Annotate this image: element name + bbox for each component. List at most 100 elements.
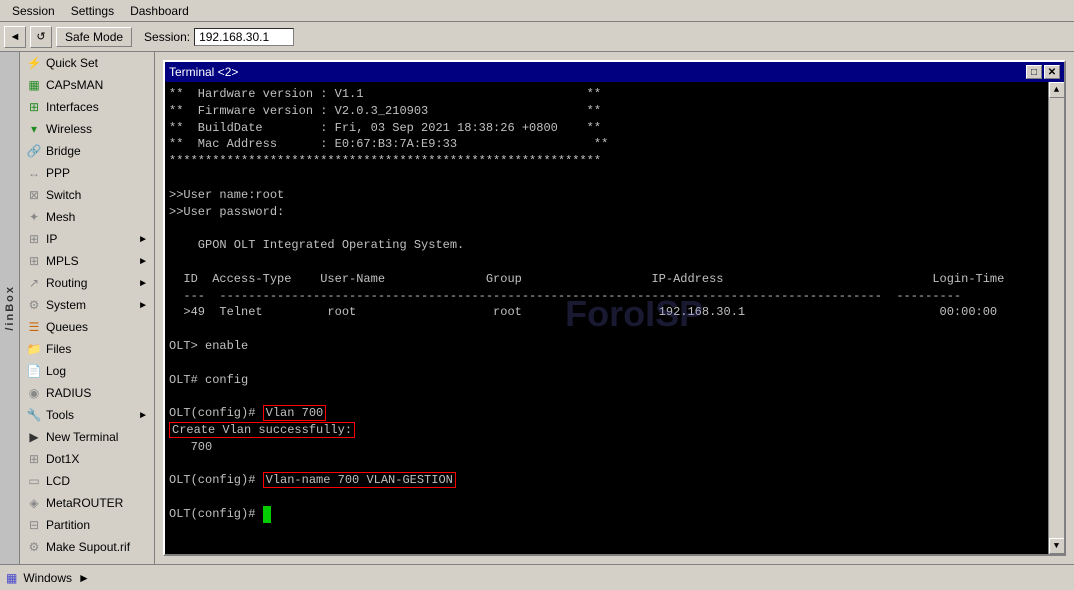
sidebar-item-bridge[interactable]: 🔗 Bridge [20,140,154,162]
terminal-cmd-vlan: OLT(config)# Vlan 700 [169,405,1044,422]
sidebar-item-switch[interactable]: ⊠ Switch [20,184,154,206]
ppp-icon: ↔ [26,165,42,181]
sidebar-label: Mesh [46,210,75,224]
back-button[interactable]: ◄ [4,26,26,48]
sidebar-label: Queues [46,320,88,334]
sidebar-item-interfaces[interactable]: ⊞ Interfaces [20,96,154,118]
terminal-title: Terminal <2> [169,65,1026,79]
tools-icon: 🔧 [26,407,42,423]
sidebar-item-make-supout[interactable]: ⚙ Make Supout.rif [20,536,154,558]
sidebar-item-new-winbox[interactable]: ◉ New WinBox [20,558,154,564]
sidebar-item-log[interactable]: 📄 Log [20,360,154,382]
menu-session[interactable]: Session [4,2,63,20]
scroll-track[interactable] [1049,98,1064,538]
wireless-icon: ▾ [26,121,42,137]
terminal-line-blank5 [169,355,1044,372]
terminal-cmd-config: OLT# config [169,372,1044,389]
dot1x-icon: ⊞ [26,451,42,467]
sidebar-label: Make Supout.rif [46,540,130,554]
sidebar-item-new-terminal[interactable]: ▶ New Terminal [20,426,154,448]
terminal-line-2: ** Firmware version : V2.0.3_210903 ** [169,103,1044,120]
sidebar: ⚡ Quick Set ▦ CAPsMAN ⊞ Interfaces ▾ Wir… [20,52,155,564]
mpls-icon: ⊞ [26,253,42,269]
ip-icon: ⊞ [26,231,42,247]
terminal-body[interactable]: ForoISP ** Hardware version : V1.1 ** **… [165,82,1048,554]
make-supout-icon: ⚙ [26,539,42,555]
menu-dashboard[interactable]: Dashboard [122,2,197,20]
log-icon: 📄 [26,363,42,379]
vlan-name-highlight: Vlan-name 700 VLAN-GESTION [263,472,456,488]
menu-settings[interactable]: Settings [63,2,122,20]
sidebar-label: Bridge [46,144,81,158]
terminal-line-blank6 [169,388,1044,405]
sidebar-label: System [46,298,86,312]
terminal-table-sep: --- ------------------------------------… [169,288,1044,305]
terminal-titlebar: Terminal <2> □ ✕ [165,62,1064,82]
sidebar-item-dot1x[interactable]: ⊞ Dot1X [20,448,154,470]
sidebar-item-radius[interactable]: ◉ RADIUS [20,382,154,404]
sidebar-item-ip[interactable]: ⊞ IP ► [20,228,154,250]
mpls-arrow: ► [138,256,148,267]
terminal-vlan-val: 700 [169,439,1044,456]
sidebar-item-quick-set[interactable]: ⚡ Quick Set [20,52,154,74]
winbox-label: /inBox [4,285,16,331]
sidebar-item-wireless[interactable]: ▾ Wireless [20,118,154,140]
sidebar-item-routing[interactable]: ↗ Routing ► [20,272,154,294]
scroll-up-button[interactable]: ▲ [1049,82,1065,98]
lcd-icon: ▭ [26,473,42,489]
capsman-icon: ▦ [26,77,42,93]
terminal-line-4: ** Mac Address : E0:67:B3:7A:E9:33 ** [169,136,1044,153]
sidebar-item-ppp[interactable]: ↔ PPP [20,162,154,184]
switch-icon: ⊠ [26,187,42,203]
sidebar-item-tools[interactable]: 🔧 Tools ► [20,404,154,426]
terminal-restore-button[interactable]: □ [1026,65,1042,79]
system-icon: ⚙ [26,297,42,313]
sidebar-label: Interfaces [46,100,99,114]
terminal-line-user: >>User name:root [169,187,1044,204]
windows-label[interactable]: Windows [23,571,72,585]
sidebar-label: Files [46,342,71,356]
sidebar-label: Log [46,364,66,378]
terminal-line-blank4 [169,321,1044,338]
sidebar-item-files[interactable]: 📁 Files [20,338,154,360]
sidebar-item-queues[interactable]: ☰ Queues [20,316,154,338]
sidebar-label: MetaROUTER [46,496,123,510]
terminal-line-blank3 [169,254,1044,271]
menu-bar: Session Settings Dashboard [0,0,1074,22]
sidebar-item-metarouter[interactable]: ◈ MetaROUTER [20,492,154,514]
terminal-cmd-vlan-result: Create Vlan successfully: [169,422,1044,439]
terminal-prompt-final: OLT(config)# [169,506,1044,523]
terminal-window: Terminal <2> □ ✕ ForoISP ** Hardware ver… [163,60,1066,556]
routing-arrow: ► [138,278,148,289]
terminal-container: Terminal <2> □ ✕ ForoISP ** Hardware ver… [155,52,1074,564]
terminal-body-area: ForoISP ** Hardware version : V1.1 ** **… [165,82,1064,554]
bridge-icon: 🔗 [26,143,42,159]
sidebar-item-capsman[interactable]: ▦ CAPsMAN [20,74,154,96]
new-winbox-icon: ◉ [26,561,42,564]
safe-mode-button[interactable]: Safe Mode [56,27,132,47]
sidebar-item-mpls[interactable]: ⊞ MPLS ► [20,250,154,272]
sidebar-label: Tools [46,408,74,422]
sidebar-label: Quick Set [46,56,98,70]
interfaces-icon: ⊞ [26,99,42,115]
sidebar-item-partition[interactable]: ⊟ Partition [20,514,154,536]
quick-set-icon: ⚡ [26,55,42,71]
routing-icon: ↗ [26,275,42,291]
refresh-button[interactable]: ↺ [30,26,52,48]
sidebar-label: New WinBox [46,562,115,564]
windows-arrow: ► [78,571,90,585]
sidebar-label: RADIUS [46,386,91,400]
files-icon: 📁 [26,341,42,357]
sidebar-item-lcd[interactable]: ▭ LCD [20,470,154,492]
sidebar-item-mesh[interactable]: ✦ Mesh [20,206,154,228]
queues-icon: ☰ [26,319,42,335]
scroll-down-button[interactable]: ▼ [1049,538,1065,554]
toolbar: ◄ ↺ Safe Mode Session: 192.168.30.1 [0,22,1074,52]
bottom-bar: ▦ Windows ► [0,564,1074,590]
sidebar-item-system[interactable]: ⚙ System ► [20,294,154,316]
terminal-cmd-enable: OLT> enable [169,338,1044,355]
terminal-close-button[interactable]: ✕ [1044,65,1060,79]
main-content: /inBox ⚡ Quick Set ▦ CAPsMAN ⊞ Interface… [0,52,1074,564]
terminal-line-3: ** BuildDate : Fri, 03 Sep 2021 18:38:26… [169,120,1044,137]
sidebar-label: MPLS [46,254,79,268]
